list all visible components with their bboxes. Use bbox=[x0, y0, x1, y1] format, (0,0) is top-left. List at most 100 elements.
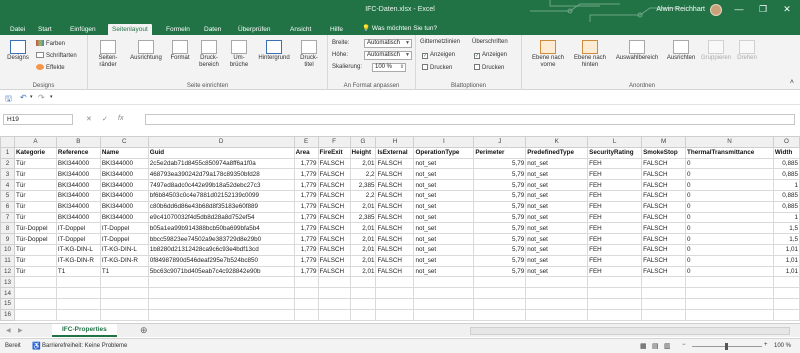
cell[interactable]: BKI344000 bbox=[99, 168, 149, 181]
cell[interactable]: FALSCH bbox=[641, 211, 687, 224]
row-header[interactable]: 7 bbox=[0, 211, 15, 224]
gruppieren-button[interactable]: Gruppieren bbox=[698, 40, 734, 62]
cell[interactable]: FALSCH bbox=[317, 265, 351, 278]
cell[interactable] bbox=[473, 276, 527, 289]
cell[interactable]: T1 bbox=[55, 265, 101, 278]
column-title-cell[interactable]: SecurityRating bbox=[587, 146, 643, 159]
cell[interactable]: 0 bbox=[685, 243, 774, 256]
schriftarten-button[interactable]: Schriftarten bbox=[36, 52, 77, 59]
ausrichtung-button[interactable]: Ausrichtung bbox=[126, 40, 166, 62]
cell[interactable]: FALSCH bbox=[641, 222, 687, 235]
cell[interactable]: not_set bbox=[413, 200, 475, 213]
cell[interactable]: FALSCH bbox=[641, 243, 687, 256]
column-header[interactable]: I bbox=[413, 136, 475, 148]
cell[interactable]: FALSCH bbox=[375, 265, 415, 278]
cell[interactable]: 1,01 bbox=[772, 254, 800, 267]
normal-view-icon[interactable]: ▦ bbox=[640, 342, 647, 350]
cell[interactable]: 0 bbox=[685, 254, 774, 267]
cell[interactable] bbox=[55, 287, 101, 299]
cell[interactable] bbox=[641, 308, 687, 321]
cell[interactable]: BKI344000 bbox=[99, 179, 149, 191]
cell[interactable] bbox=[293, 308, 319, 321]
column-header[interactable]: A bbox=[13, 136, 57, 148]
column-header[interactable]: N bbox=[685, 136, 774, 148]
cell[interactable]: FALSCH bbox=[317, 233, 351, 245]
tab-datei[interactable]: Datei bbox=[6, 24, 29, 35]
ueberschriften-drucken-checkbox[interactable]: Drucken bbox=[474, 64, 504, 71]
cell[interactable] bbox=[641, 276, 687, 289]
cell[interactable]: FALSCH bbox=[317, 222, 351, 235]
cell[interactable]: not_set bbox=[525, 233, 589, 245]
cell[interactable]: bbcc59823ee74502a9e383729d8e29b0 bbox=[147, 233, 295, 245]
cell[interactable]: 1,01 bbox=[772, 265, 800, 278]
cell[interactable] bbox=[413, 308, 475, 321]
cell[interactable]: FALSCH bbox=[317, 200, 351, 213]
select-all-corner[interactable] bbox=[0, 136, 15, 148]
gitternetz-anzeigen-checkbox[interactable]: ✓ Anzeigen bbox=[422, 52, 455, 59]
cell[interactable] bbox=[317, 297, 351, 310]
cell[interactable]: 2,2 bbox=[349, 168, 377, 181]
cell[interactable] bbox=[317, 308, 351, 321]
column-header[interactable]: C bbox=[99, 136, 149, 148]
zoom-slider-thumb[interactable] bbox=[725, 343, 728, 350]
cell[interactable]: IT-Doppel bbox=[55, 222, 101, 235]
cell[interactable]: 5,79 bbox=[473, 168, 527, 181]
cell[interactable]: FALSCH bbox=[375, 222, 415, 235]
collapse-ribbon-icon[interactable]: ˄ bbox=[790, 79, 794, 86]
cell[interactable]: 1,779 bbox=[293, 189, 319, 202]
cell[interactable]: FALSCH bbox=[375, 211, 415, 224]
cell[interactable]: FALSCH bbox=[375, 189, 415, 202]
auswahlbereich-button[interactable]: Auswahlbereich bbox=[612, 40, 662, 62]
save-icon[interactable]: 🖫 bbox=[5, 93, 12, 107]
cell[interactable]: 0 bbox=[685, 265, 774, 278]
cell[interactable]: Tür bbox=[13, 157, 57, 170]
cell[interactable]: FALSCH bbox=[641, 200, 687, 213]
drehen-button[interactable]: Drehen bbox=[734, 40, 760, 62]
column-header[interactable]: G bbox=[349, 136, 377, 148]
cell[interactable] bbox=[293, 276, 319, 289]
cell[interactable]: FALSCH bbox=[375, 243, 415, 256]
cell[interactable]: FALSCH bbox=[375, 179, 415, 191]
cell[interactable]: b05a1ea99b914388bcb50ba699bfa5b4 bbox=[147, 222, 295, 235]
cell[interactable]: FEH bbox=[587, 254, 643, 267]
cell[interactable]: 2,01 bbox=[349, 265, 377, 278]
cell[interactable] bbox=[55, 297, 101, 310]
cell[interactable]: BKI344000 bbox=[99, 157, 149, 170]
redo-icon[interactable]: ↷ bbox=[38, 93, 45, 102]
cell[interactable]: FALSCH bbox=[641, 265, 687, 278]
cell[interactable] bbox=[317, 287, 351, 299]
cell[interactable]: FALSCH bbox=[375, 254, 415, 267]
cell[interactable]: 5,79 bbox=[473, 189, 527, 202]
cell[interactable]: 0f84987890d546deaf295e7b524bc850 bbox=[147, 254, 295, 267]
cell[interactable]: 1,779 bbox=[293, 265, 319, 278]
tab-ueberpruefen[interactable]: Überprüfen bbox=[234, 24, 275, 35]
cell[interactable]: BKI344000 bbox=[99, 189, 149, 202]
cell[interactable]: 2,01 bbox=[349, 157, 377, 170]
cell[interactable]: 1,779 bbox=[293, 254, 319, 267]
cell[interactable]: not_set bbox=[525, 157, 589, 170]
cell[interactable] bbox=[293, 287, 319, 299]
cell[interactable]: 0 bbox=[685, 189, 774, 202]
row-header[interactable]: 15 bbox=[0, 297, 15, 310]
ebene-nach-hinten-button[interactable]: Ebene nach hinten bbox=[570, 40, 610, 69]
page-break-view-icon[interactable]: ▥ bbox=[664, 342, 671, 350]
cell[interactable]: 0 bbox=[685, 211, 774, 224]
tab-daten[interactable]: Daten bbox=[200, 24, 225, 35]
cell[interactable]: not_set bbox=[413, 189, 475, 202]
column-title-cell[interactable]: Height bbox=[349, 146, 377, 159]
cell[interactable]: Tür bbox=[13, 254, 57, 267]
cell[interactable]: FEH bbox=[587, 179, 643, 191]
row-header[interactable]: 13 bbox=[0, 276, 15, 289]
column-title-cell[interactable]: Perimeter bbox=[473, 146, 527, 159]
tell-me-search[interactable]: 💡 Was möchten Sie tun? bbox=[362, 24, 437, 32]
cell[interactable]: 5,79 bbox=[473, 254, 527, 267]
cell[interactable]: BKI344000 bbox=[99, 211, 149, 224]
spreadsheet-grid[interactable]: ABCDEFGHIJKLMNO 1 Kategorie Reference Name G… bbox=[0, 136, 800, 321]
cell[interactable]: not_set bbox=[525, 243, 589, 256]
avatar[interactable] bbox=[710, 4, 722, 16]
cell[interactable]: not_set bbox=[413, 233, 475, 245]
drucktitel-button[interactable]: Druck-titel bbox=[296, 40, 322, 69]
enter-icon[interactable]: ✓ bbox=[102, 115, 108, 123]
add-sheet-icon[interactable]: ⊕ bbox=[140, 325, 148, 336]
cell[interactable]: not_set bbox=[525, 211, 589, 224]
